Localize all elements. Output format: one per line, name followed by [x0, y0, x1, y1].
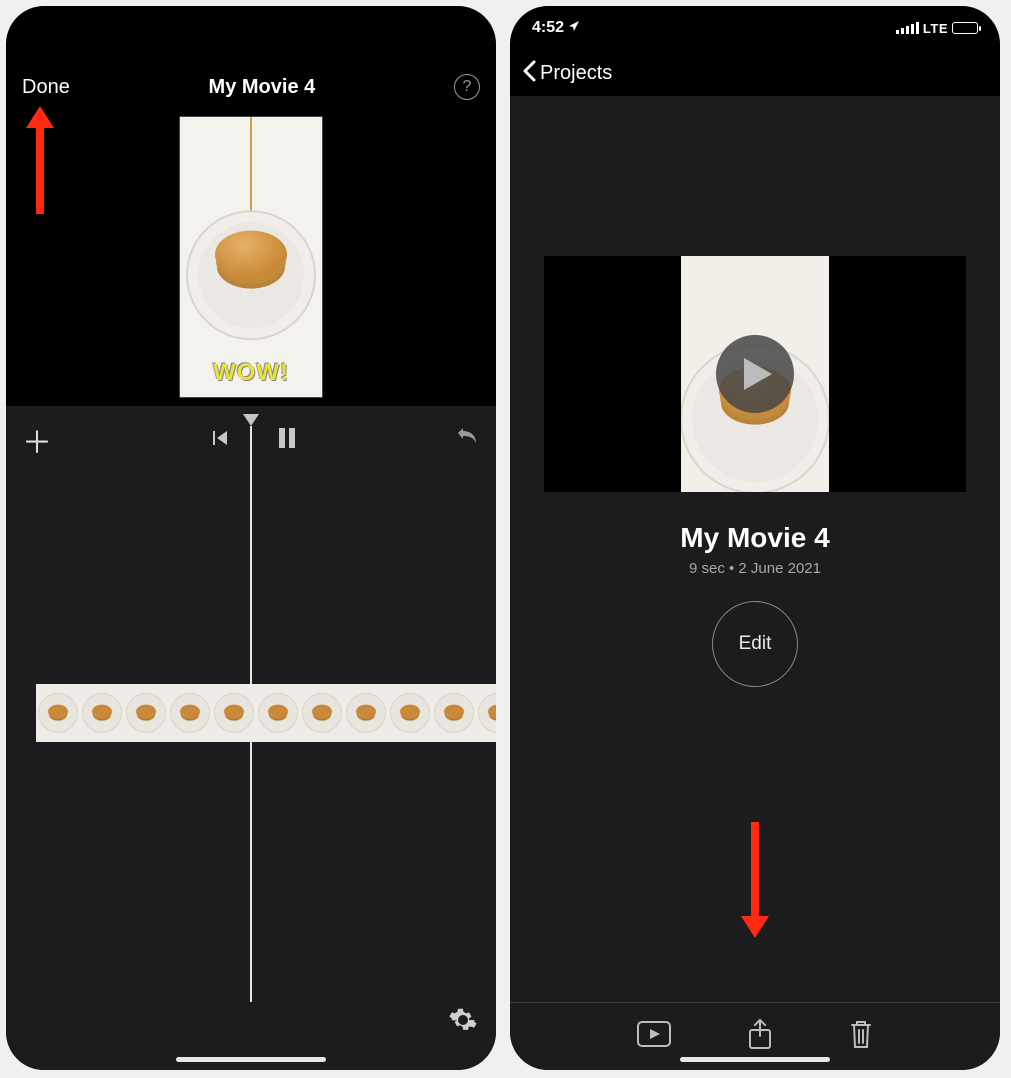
trash-icon[interactable]	[849, 1019, 873, 1054]
location-icon	[568, 19, 580, 37]
project-title: My Movie 4	[209, 76, 316, 99]
share-icon[interactable]	[747, 1018, 773, 1055]
skip-to-start-icon[interactable]	[209, 428, 229, 453]
annotation-arrow-done	[36, 126, 44, 214]
back-to-projects[interactable]: Projects	[510, 50, 1000, 96]
settings-icon[interactable]	[448, 1005, 478, 1040]
cellular-signal-icon	[896, 22, 919, 34]
editor-header: Done My Movie 4 ?	[6, 50, 496, 112]
right-screenshot: 4:52 LTE Projects My Movie 4 9 se	[510, 6, 1000, 1070]
timeline-area[interactable]: ＋ T	[6, 406, 496, 1070]
back-label: Projects	[540, 62, 612, 85]
decorative-pancake	[215, 231, 287, 279]
status-bar	[6, 6, 496, 50]
title-overlay-text: WOW!	[180, 359, 322, 387]
play-icon[interactable]	[716, 335, 794, 413]
status-bar: 4:52 LTE	[510, 6, 1000, 50]
chevron-left-icon	[522, 60, 536, 86]
decorative-drizzle	[250, 117, 252, 212]
home-indicator[interactable]	[176, 1057, 326, 1062]
network-label: LTE	[923, 21, 948, 36]
playhead-marker-icon	[243, 414, 259, 426]
undo-icon[interactable]	[454, 427, 480, 454]
project-title: My Movie 4	[510, 522, 1000, 554]
left-screenshot: Done My Movie 4 ? WOW! ＋	[6, 6, 496, 1070]
status-time: 4:52	[532, 19, 580, 37]
add-media-button[interactable]: ＋	[22, 418, 52, 462]
annotation-arrow-share	[751, 822, 759, 918]
project-meta: 9 sec • 2 June 2021	[510, 560, 1000, 577]
edit-button[interactable]: Edit	[712, 601, 798, 687]
help-icon[interactable]: ?	[454, 74, 480, 100]
done-button[interactable]: Done	[22, 76, 70, 99]
play-fullscreen-icon[interactable]	[637, 1021, 671, 1052]
preview-area: WOW!	[6, 116, 496, 398]
project-video-thumbnail[interactable]	[544, 256, 966, 492]
video-preview[interactable]: WOW!	[179, 116, 323, 398]
video-clip[interactable]: T	[36, 684, 496, 742]
home-indicator[interactable]	[680, 1057, 830, 1062]
battery-icon	[952, 22, 978, 34]
pause-icon[interactable]	[277, 427, 297, 454]
